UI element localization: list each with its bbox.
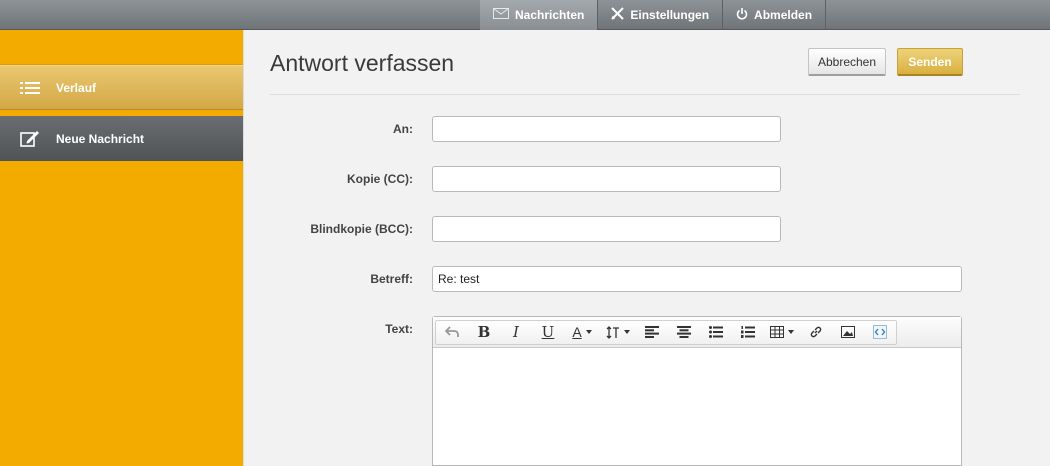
cancel-button[interactable]: Abbrechen — [808, 48, 886, 76]
table-icon[interactable] — [764, 321, 800, 344]
envelope-icon — [493, 8, 515, 22]
font-color-glyph: A — [572, 324, 582, 340]
sidebar-item-verlauf-label: Verlauf — [56, 80, 97, 95]
nav-einstellungen-label: Einstellungen — [630, 8, 710, 22]
italic-icon[interactable]: I — [500, 321, 532, 344]
link-icon[interactable] — [800, 321, 832, 344]
text-label: Text: — [385, 322, 413, 336]
cc-field[interactable] — [432, 166, 781, 192]
main-content: Antwort verfassen Abbrechen Senden An: K… — [243, 30, 1050, 466]
bcc-field[interactable] — [432, 216, 781, 242]
chevron-down-icon — [788, 330, 794, 334]
editor-toolbar-group: B I U A — [435, 319, 897, 345]
source-code-icon[interactable] — [864, 321, 896, 344]
top-nav: Nachrichten Einstellungen Abmelden — [480, 0, 827, 30]
nav-nachrichten[interactable]: Nachrichten — [480, 0, 599, 30]
header-divider — [270, 94, 1020, 95]
list-icon — [20, 81, 42, 95]
bullet-list-icon[interactable] — [700, 321, 732, 344]
image-icon[interactable] — [832, 321, 864, 344]
cc-label: Kopie (CC): — [347, 172, 413, 186]
chevron-down-icon — [624, 330, 630, 334]
editor-body[interactable] — [433, 348, 961, 466]
subject-label: Betreff: — [370, 272, 413, 286]
nav-abmelden-label: Abmelden — [754, 8, 813, 22]
font-color-icon[interactable]: A — [564, 321, 600, 344]
nav-nachrichten-label: Nachrichten — [515, 8, 585, 22]
align-center-icon[interactable] — [668, 321, 700, 344]
chevron-down-icon — [585, 330, 592, 334]
sidebar-item-verlauf[interactable]: Verlauf — [0, 65, 253, 110]
align-left-icon[interactable] — [636, 321, 668, 344]
to-field[interactable] — [432, 116, 781, 142]
bold-glyph: B — [477, 323, 491, 341]
nav-einstellungen[interactable]: Einstellungen — [598, 0, 724, 30]
undo-icon[interactable] — [436, 321, 468, 344]
underline-icon[interactable]: U — [532, 321, 564, 344]
italic-glyph: I — [513, 323, 519, 341]
sidebar: Verlauf Neue Nachricht — [0, 30, 253, 466]
editor-toolbar: B I U A — [433, 317, 961, 348]
numbered-list-icon[interactable] — [732, 321, 764, 344]
sidebar-item-neue-nachricht-label: Neue Nachricht — [56, 131, 145, 146]
bcc-label: Blindkopie (BCC): — [310, 222, 413, 236]
nav-abmelden[interactable]: Abmelden — [723, 0, 827, 30]
font-size-icon[interactable] — [600, 321, 636, 344]
compose-icon — [20, 130, 42, 148]
sidebar-item-neue-nachricht[interactable]: Neue Nachricht — [0, 116, 243, 161]
page-title: Antwort verfassen — [270, 50, 455, 76]
rich-text-editor: B I U A — [432, 316, 962, 466]
to-label: An: — [393, 122, 413, 136]
tools-icon — [611, 7, 630, 23]
bold-icon[interactable]: B — [468, 321, 500, 344]
subject-field[interactable] — [432, 266, 962, 292]
top-bar: Nachrichten Einstellungen Abmelden — [0, 0, 1050, 30]
send-button[interactable]: Senden — [897, 48, 963, 76]
underline-glyph: U — [541, 323, 555, 341]
power-icon — [736, 7, 754, 23]
sidebar-spacer — [0, 30, 243, 65]
